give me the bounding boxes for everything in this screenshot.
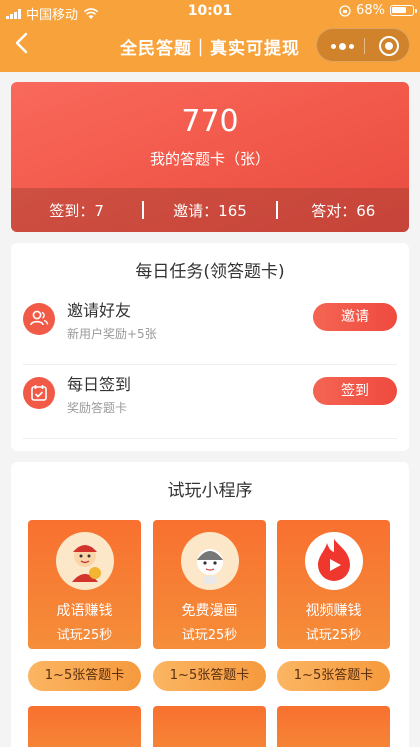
status-bar: 中国移动 10:01 68% <box>0 0 420 24</box>
mini-program-time: 试玩25秒 <box>56 628 113 643</box>
stats-bar: 签到：7 邀请：165 答对：66 <box>11 188 409 232</box>
task-checkin: 每日签到 奖励答题卡 签到 <box>23 365 397 439</box>
task-name: 邀请好友 <box>67 301 132 320</box>
task-reward: 新用户奖励+5张 <box>67 327 157 341</box>
mini-program-tile[interactable]: 视频赚钱 试玩25秒 <box>277 520 390 649</box>
mini-program-time: 试玩25秒 <box>181 628 238 643</box>
task-name: 每日签到 <box>67 375 132 394</box>
stat-invite: 邀请：165 <box>173 201 247 220</box>
daily-tasks-card: 每日任务(领答题卡) 邀请好友 新用户奖励+5张 邀请 每日签到 奖励答题卡 签… <box>11 243 409 451</box>
close-miniprogram-icon[interactable] <box>379 36 399 56</box>
task-invite: 邀请好友 新用户奖励+5张 邀请 <box>23 291 397 365</box>
comic-character-icon <box>181 532 239 590</box>
stat-correct: 答对：66 <box>311 201 376 220</box>
invite-button[interactable]: 邀请 <box>313 303 397 331</box>
reward-pill[interactable]: 1~5张答题卡 <box>153 661 266 691</box>
more-icon[interactable] <box>331 43 354 50</box>
nav-bar: 全民答题｜真实可提现 <box>0 24 420 70</box>
mini-program-time: 试玩25秒 <box>305 628 362 643</box>
flame-play-icon <box>305 532 363 590</box>
top-bar: 中国移动 10:01 68% 全民答题｜真实可提现 <box>0 0 420 72</box>
answer-card-label: 我的答题卡（张） <box>149 150 270 168</box>
mini-program-tile-partial[interactable] <box>153 706 266 747</box>
capsule-divider <box>364 38 365 54</box>
battery-icon <box>390 5 417 16</box>
users-icon <box>23 303 55 335</box>
checkin-button[interactable]: 签到 <box>313 377 397 405</box>
task-reward: 奖励答题卡 <box>67 401 128 415</box>
answer-card-summary: 770 我的答题卡（张） 签到：7 邀请：165 答对：66 <box>11 82 409 232</box>
capsule-menu <box>316 28 410 62</box>
orientation-lock-icon <box>339 4 351 17</box>
mini-program-tile[interactable]: 成语赚钱 试玩25秒 <box>28 520 141 649</box>
mini-program-name: 成语赚钱 <box>56 603 113 619</box>
mini-program-tile-partial[interactable] <box>28 706 141 747</box>
answer-card-count: 770 <box>181 104 239 139</box>
mini-program-name: 免费漫画 <box>181 603 238 619</box>
mini-program-name: 视频赚钱 <box>305 603 362 619</box>
status-right: 68% <box>339 3 417 18</box>
mini-program-tile[interactable]: 免费漫画 试玩25秒 <box>153 520 266 649</box>
mini-programs-title: 试玩小程序 <box>167 481 253 501</box>
battery-percent: 68% <box>356 3 385 18</box>
daily-tasks-title: 每日任务(领答题卡) <box>135 262 285 282</box>
reward-pill[interactable]: 1~5张答题卡 <box>28 661 141 691</box>
calendar-check-icon <box>23 377 55 409</box>
stat-checkin: 签到：7 <box>49 201 104 220</box>
mini-programs-card: 试玩小程序 成语赚钱 试玩25秒 免费漫画 试玩25秒 视频赚钱 试玩25秒 1… <box>11 462 409 747</box>
reward-pill[interactable]: 1~5张答题卡 <box>277 661 390 691</box>
idiom-mascot-icon <box>56 532 114 590</box>
mini-program-tile-partial[interactable] <box>277 706 390 747</box>
